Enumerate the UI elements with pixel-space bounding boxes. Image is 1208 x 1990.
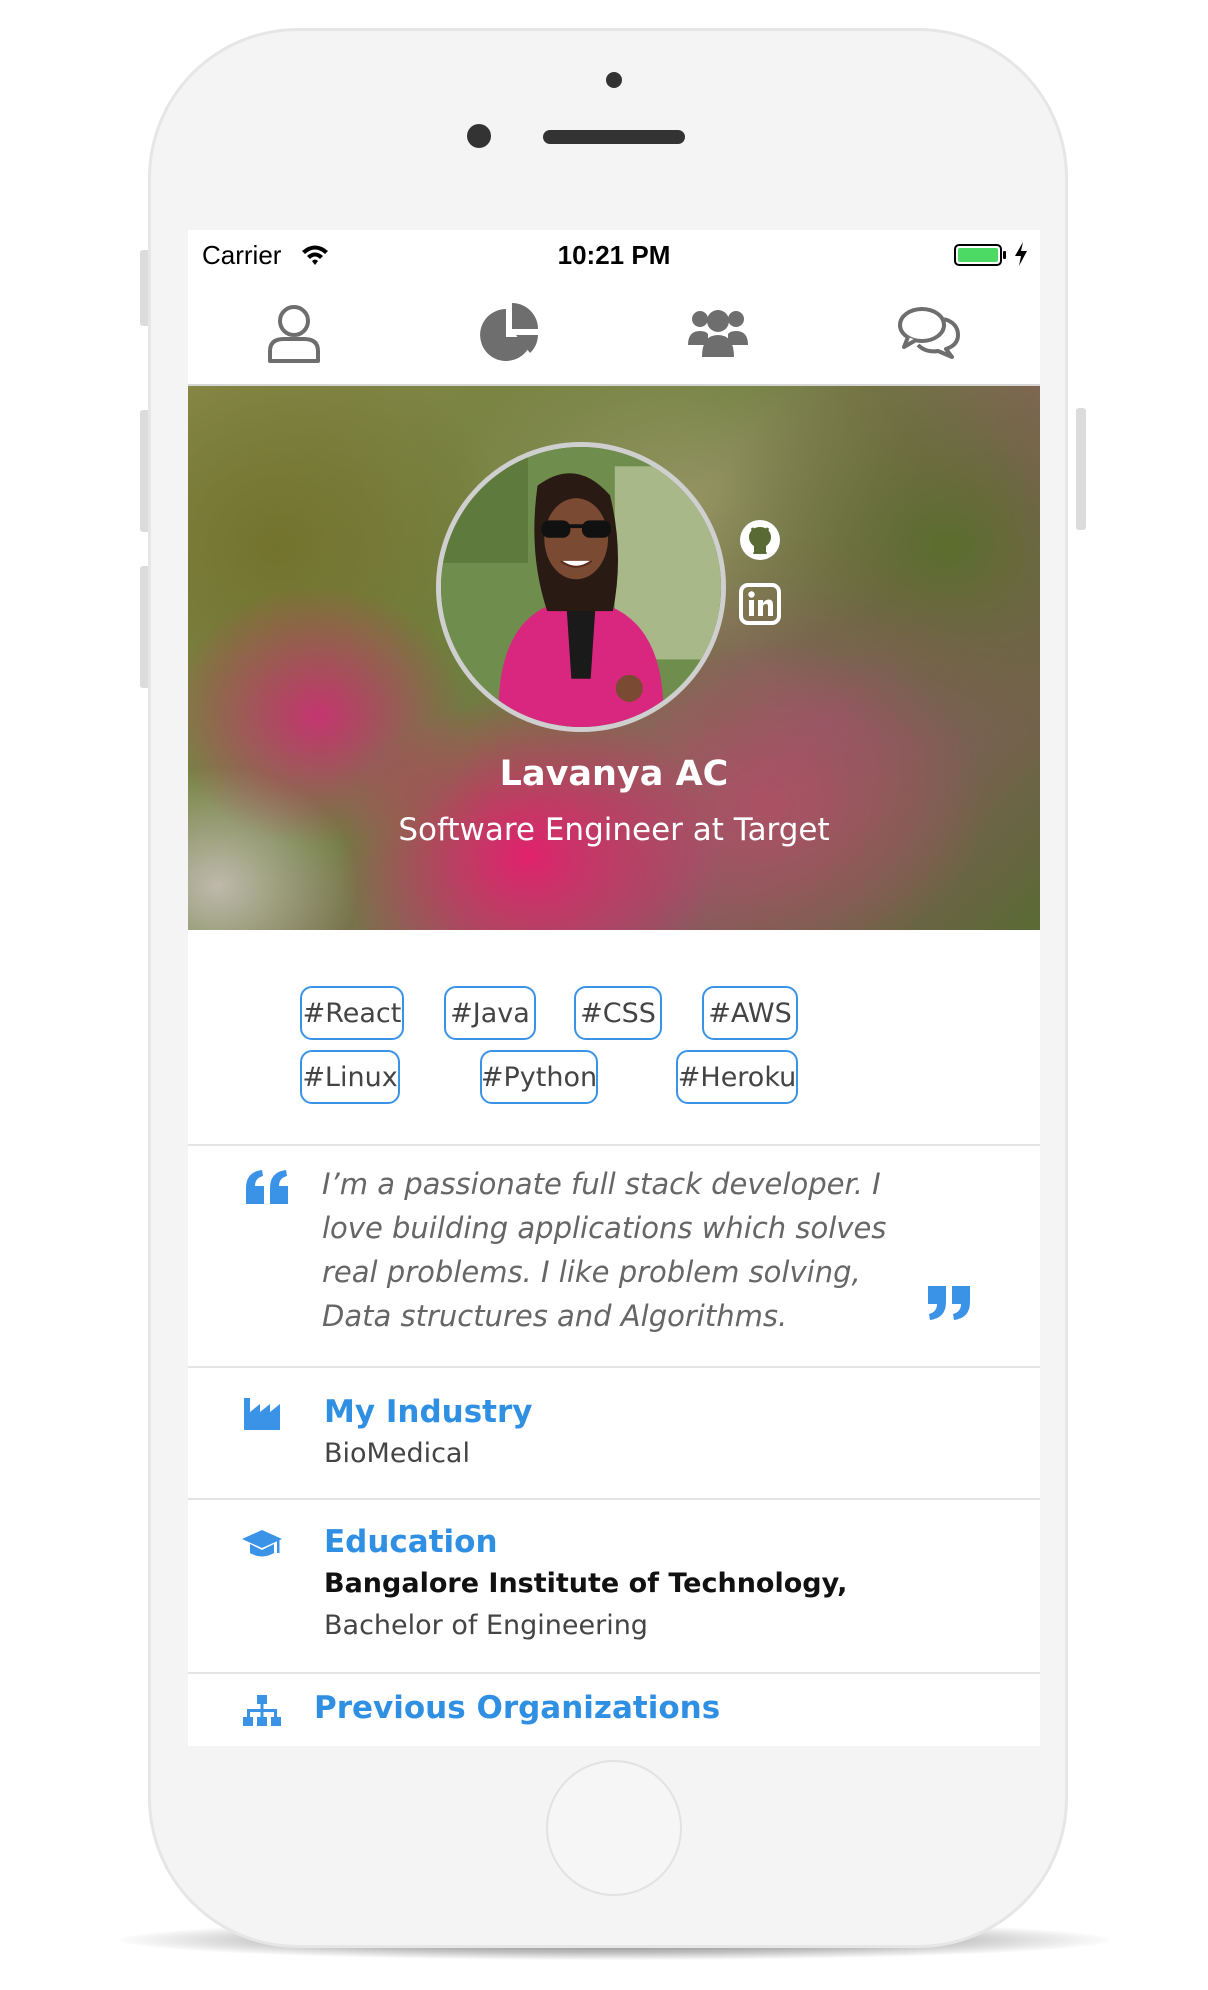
status-time: 10:21 PM: [557, 240, 671, 270]
tab-profile[interactable]: [254, 298, 334, 368]
status-bar: Carrier 10:21 PM: [188, 230, 1040, 280]
education-section: Education Bangalore Institute of Technol…: [188, 1500, 1040, 1674]
graduation-cap-icon: [242, 1530, 282, 1557]
tag-python[interactable]: #Python: [480, 1050, 598, 1104]
previous-organizations-section[interactable]: Previous Organizations: [188, 1674, 1040, 1746]
quote-close-icon: [928, 1286, 970, 1320]
previous-organizations-heading: Previous Organizations: [314, 1690, 721, 1726]
industry-section: My Industry BioMedical: [188, 1368, 1040, 1500]
quote-line: love building applications which solves: [322, 1211, 887, 1245]
tag-aws[interactable]: #AWS: [702, 986, 798, 1040]
tag-java[interactable]: #Java: [444, 986, 536, 1040]
app-screen: Carrier 10:21 PM Lavanya AC Software Eng…: [188, 230, 1040, 1746]
linkedin-icon[interactable]: [738, 582, 782, 626]
charging-bolt-icon: [1015, 242, 1027, 266]
tab-stats[interactable]: [470, 298, 550, 368]
skill-tags: #React #Java #CSS #AWS #Linux #Python #H…: [188, 930, 1040, 1146]
quote-open-icon: [246, 1170, 288, 1204]
profile-name: Lavanya AC: [499, 754, 729, 794]
github-icon[interactable]: [738, 518, 782, 562]
battery-icon: [954, 244, 1006, 266]
industry-value: BioMedical: [324, 1438, 470, 1469]
earpiece-speaker: [543, 130, 685, 144]
tag-css[interactable]: #CSS: [574, 986, 662, 1040]
profile-header: Lavanya AC Software Engineer at Target: [188, 386, 1040, 930]
education-degree: Bachelor of Engineering: [324, 1610, 648, 1641]
proximity-sensor: [606, 72, 622, 88]
industry-icon: [244, 1398, 280, 1430]
education-school: Bangalore Institute of Technology,: [324, 1568, 848, 1599]
tab-people[interactable]: [678, 298, 758, 368]
quote-line: real problems. I like problem solving,: [322, 1255, 861, 1289]
power-button: [1076, 408, 1086, 530]
tag-linux[interactable]: #Linux: [300, 1050, 400, 1104]
industry-heading: My Industry: [324, 1394, 533, 1430]
profile-title: Software Engineer at Target: [398, 812, 830, 848]
avatar: [436, 442, 726, 732]
home-button[interactable]: [546, 1760, 682, 1896]
org-chart-icon: [243, 1695, 281, 1726]
education-heading: Education: [324, 1524, 498, 1560]
avatar-photo: [441, 447, 721, 727]
quote-line: Data structures and Algorithms.: [322, 1299, 788, 1333]
tag-heroku[interactable]: #Heroku: [676, 1050, 798, 1104]
group-icon: [688, 310, 748, 357]
bio-quote: I’m a passionate full stack developer. I…: [188, 1146, 1040, 1368]
pie-chart-icon: [480, 303, 538, 361]
tab-messages[interactable]: [888, 298, 968, 368]
user-icon: [268, 305, 320, 363]
chat-bubbles-icon: [898, 307, 960, 359]
tab-bar: [188, 280, 1040, 386]
quote-line: I’m a passionate full stack developer. I: [322, 1167, 881, 1201]
front-camera: [467, 124, 491, 148]
quote-text: I’m a passionate full stack developer. I…: [322, 1162, 902, 1338]
tag-react[interactable]: #React: [300, 986, 404, 1040]
